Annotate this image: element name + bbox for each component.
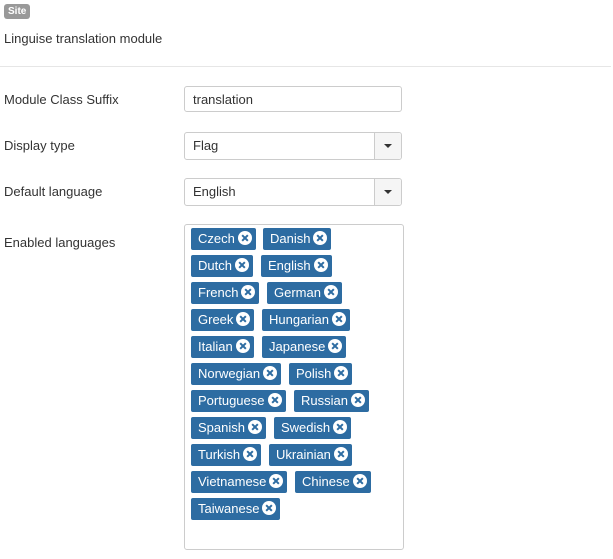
remove-icon[interactable] [267, 393, 282, 407]
language-chip-label: French [198, 285, 239, 300]
language-chip-label: Greek [198, 312, 234, 327]
remove-icon[interactable] [262, 501, 277, 515]
language-chip[interactable]: Portuguese [191, 390, 286, 412]
caret-down-icon [384, 144, 392, 148]
remove-icon[interactable] [323, 285, 338, 299]
site-badge: Site [4, 4, 31, 19]
language-chip-label: Norwegian [198, 366, 261, 381]
language-chip[interactable]: Spanish [191, 417, 266, 439]
remove-icon[interactable] [241, 285, 256, 299]
language-chip-label: Turkish [198, 447, 241, 462]
default-language-toggle[interactable] [374, 179, 401, 205]
language-chip[interactable]: Greek [191, 309, 255, 331]
language-chip-label: Taiwanese [198, 501, 260, 516]
language-chip[interactable]: Russian [294, 390, 369, 412]
language-chip[interactable]: Czech [191, 228, 256, 250]
remove-icon[interactable] [235, 339, 250, 353]
class-suffix-label: Module Class Suffix [4, 92, 119, 107]
class-suffix-input[interactable] [184, 86, 402, 112]
language-chip[interactable]: Hungarian [262, 309, 350, 331]
language-chip-label: Spanish [198, 420, 245, 435]
display-type-label: Display type [4, 138, 75, 153]
language-chip[interactable]: French [191, 282, 260, 304]
display-type-value: Flag [193, 138, 219, 153]
remove-icon[interactable] [269, 474, 284, 488]
language-chip-label: Polish [296, 366, 332, 381]
language-chip-label: Dutch [198, 258, 232, 273]
enabled-languages-multiselect[interactable]: Czech Danish Dutch English French German… [184, 224, 404, 550]
display-type-toggle[interactable] [374, 133, 401, 159]
language-chip-label: Vietnamese [198, 474, 267, 489]
remove-icon[interactable] [352, 474, 367, 488]
remove-icon[interactable] [328, 339, 343, 353]
remove-icon[interactable] [332, 312, 346, 326]
language-chip-label: Swedish [281, 420, 331, 435]
language-chip-label: Chinese [302, 474, 350, 489]
language-chip-label: Japanese [269, 339, 326, 354]
language-chip[interactable]: Dutch [191, 255, 253, 277]
remove-icon[interactable] [247, 420, 262, 434]
language-chip-label: English [268, 258, 311, 273]
language-chip[interactable]: Japanese [262, 336, 347, 358]
language-chip-label: Portuguese [198, 393, 265, 408]
language-chip-label: German [274, 285, 321, 300]
enabled-languages-label: Enabled languages [4, 235, 116, 250]
remove-icon[interactable] [263, 366, 278, 380]
default-language-label: Default language [4, 184, 103, 199]
language-chip-label: Danish [270, 231, 311, 246]
language-chip[interactable]: German [267, 282, 342, 304]
language-chip[interactable]: Taiwanese [191, 498, 281, 520]
language-chip[interactable]: Norwegian [191, 363, 282, 385]
language-chip[interactable]: Italian [191, 336, 254, 358]
language-chip-label: Czech [198, 231, 235, 246]
language-chip-label: Hungarian [269, 312, 329, 327]
remove-icon[interactable] [243, 447, 258, 461]
language-chip-label: Russian [301, 393, 348, 408]
language-chip[interactable]: Vietnamese [191, 471, 288, 493]
remove-icon[interactable] [237, 231, 252, 245]
caret-down-icon [384, 190, 392, 194]
language-chip[interactable]: Danish [263, 228, 332, 250]
default-language-value: English [193, 184, 236, 199]
default-language-select[interactable]: English [184, 178, 402, 206]
remove-icon[interactable] [334, 366, 349, 380]
remove-icon[interactable] [313, 258, 328, 272]
language-chip-label: Ukrainian [276, 447, 331, 462]
remove-icon[interactable] [333, 447, 348, 461]
language-chip-label: Italian [198, 339, 233, 354]
language-chip[interactable]: Chinese [295, 471, 371, 493]
language-chip[interactable]: Swedish [274, 417, 352, 439]
language-chip[interactable]: Ukrainian [269, 444, 352, 466]
language-chip[interactable]: Turkish [191, 444, 262, 466]
remove-icon[interactable] [313, 231, 328, 245]
language-chip[interactable]: English [261, 255, 332, 277]
remove-icon[interactable] [236, 312, 251, 326]
remove-icon[interactable] [350, 393, 365, 407]
language-chip[interactable]: Polish [289, 363, 353, 385]
remove-icon[interactable] [234, 258, 249, 272]
divider [0, 66, 611, 67]
module-description: Linguise translation module [4, 31, 163, 46]
remove-icon[interactable] [333, 420, 348, 434]
display-type-select[interactable]: Flag [184, 132, 402, 160]
